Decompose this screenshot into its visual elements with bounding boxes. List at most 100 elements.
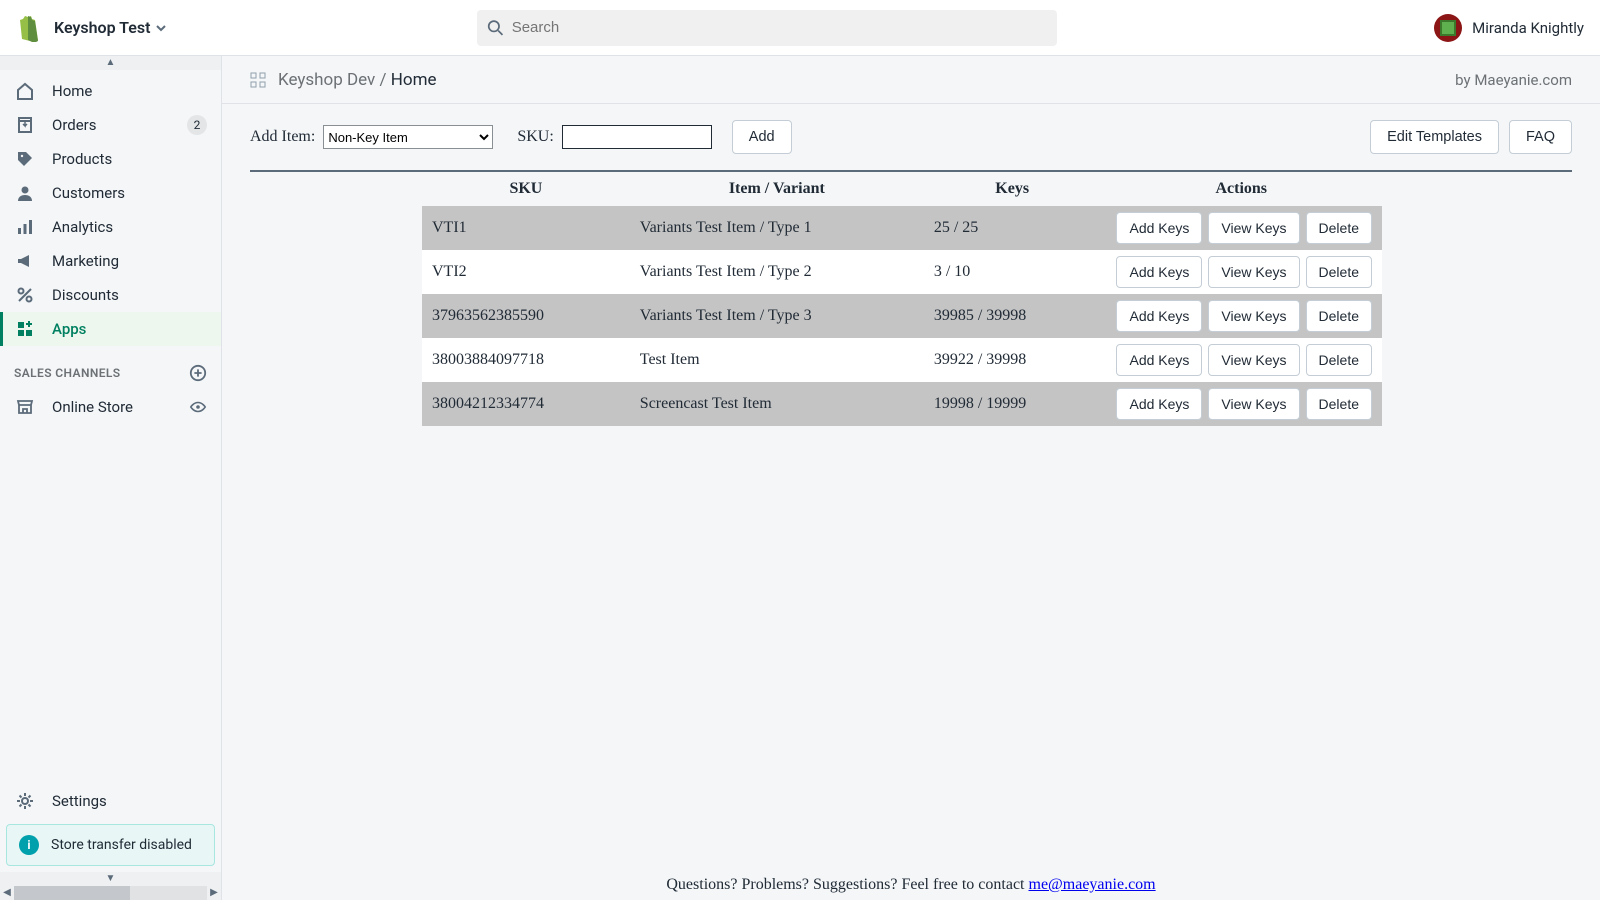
sidebar-item-apps[interactable]: Apps xyxy=(0,312,221,346)
cell-item: Variants Test Item / Type 3 xyxy=(630,294,924,338)
scroll-right-button[interactable]: ▶ xyxy=(207,886,221,900)
byline: by Maeyanie.com xyxy=(1455,71,1572,89)
chevron-down-icon xyxy=(155,22,167,34)
cell-sku: VTI2 xyxy=(422,250,630,294)
table-row: 38003884097718Test Item39922 / 39998Add … xyxy=(422,338,1382,382)
cell-keys: 25 / 25 xyxy=(924,206,1101,250)
add-keys-button[interactable]: Add Keys xyxy=(1116,300,1202,332)
sidebar-item-settings[interactable]: Settings xyxy=(0,784,221,818)
table-row: VTI2Variants Test Item / Type 23 / 10Add… xyxy=(422,250,1382,294)
table-header-row: SKU Item / Variant Keys Actions xyxy=(422,172,1382,206)
horizontal-scrollbar[interactable]: ◀ ▶ xyxy=(0,886,221,900)
view-keys-button[interactable]: View Keys xyxy=(1208,256,1299,288)
delete-button[interactable]: Delete xyxy=(1306,212,1372,244)
sidebar-item-marketing[interactable]: Marketing xyxy=(0,244,221,278)
sales-channels-header: SALES CHANNELS xyxy=(0,346,221,390)
gear-icon xyxy=(14,790,36,812)
sidebar-item-discounts[interactable]: Discounts xyxy=(0,278,221,312)
search-container xyxy=(477,10,1057,46)
scroll-down-button[interactable]: ▼ xyxy=(0,872,221,886)
cell-actions: Add KeysView KeysDelete xyxy=(1100,294,1382,338)
footer: Questions? Problems? Suggestions? Feel f… xyxy=(222,876,1600,894)
col-item: Item / Variant xyxy=(630,172,924,206)
customers-icon xyxy=(14,182,36,204)
view-keys-button[interactable]: View Keys xyxy=(1208,388,1299,420)
col-keys: Keys xyxy=(924,172,1101,206)
scroll-left-button[interactable]: ◀ xyxy=(0,886,14,900)
scrollbar-thumb[interactable] xyxy=(14,886,130,900)
avatar xyxy=(1434,14,1462,42)
add-keys-button[interactable]: Add Keys xyxy=(1116,256,1202,288)
sidebar-item-home[interactable]: Home xyxy=(0,74,221,108)
apps-icon xyxy=(14,318,36,340)
table-row: 38004212334774Screencast Test Item19998 … xyxy=(422,382,1382,426)
user-menu[interactable]: Miranda Knightly xyxy=(1434,14,1584,42)
add-channel-button[interactable] xyxy=(189,364,207,382)
orders-icon xyxy=(14,114,36,136)
view-keys-button[interactable]: View Keys xyxy=(1208,212,1299,244)
cell-keys: 3 / 10 xyxy=(924,250,1101,294)
sidebar-item-customers[interactable]: Customers xyxy=(0,176,221,210)
add-keys-button[interactable]: Add Keys xyxy=(1116,344,1202,376)
store-switcher[interactable]: Keyshop Test xyxy=(54,18,167,37)
sidebar-item-label: Settings xyxy=(52,792,107,810)
view-store-button[interactable] xyxy=(189,398,207,416)
app-icon xyxy=(250,72,266,88)
delete-button[interactable]: Delete xyxy=(1306,388,1372,420)
info-icon: i xyxy=(19,835,39,855)
home-icon xyxy=(14,80,36,102)
delete-button[interactable]: Delete xyxy=(1306,300,1372,332)
sidebar-item-orders[interactable]: Orders 2 xyxy=(0,108,221,142)
cell-sku: VTI1 xyxy=(422,206,630,250)
nav: Home Orders 2 Products Customers Analyti… xyxy=(0,70,221,784)
sidebar-item-label: Marketing xyxy=(52,252,119,270)
search-icon xyxy=(487,19,504,37)
sidebar-item-label: Discounts xyxy=(52,286,119,304)
breadcrumb-app[interactable]: Keyshop Dev xyxy=(278,70,375,90)
sidebar-item-online-store[interactable]: Online Store xyxy=(0,390,221,424)
sku-input[interactable] xyxy=(562,125,712,149)
sidebar-item-label: Products xyxy=(52,150,112,168)
add-keys-button[interactable]: Add Keys xyxy=(1116,212,1202,244)
delete-button[interactable]: Delete xyxy=(1306,256,1372,288)
cell-item: Screencast Test Item xyxy=(630,382,924,426)
cell-keys: 39985 / 39998 xyxy=(924,294,1101,338)
analytics-icon xyxy=(14,216,36,238)
marketing-icon xyxy=(14,250,36,272)
cell-sku: 38003884097718 xyxy=(422,338,630,382)
footer-email-link[interactable]: me@maeyanie.com xyxy=(1029,876,1156,893)
faq-button[interactable]: FAQ xyxy=(1509,120,1572,154)
col-sku: SKU xyxy=(422,172,630,206)
sidebar-item-label: Online Store xyxy=(52,398,133,416)
banner-text: Store transfer disabled xyxy=(51,837,192,853)
sidebar-item-products[interactable]: Products xyxy=(0,142,221,176)
add-keys-button[interactable]: Add Keys xyxy=(1116,388,1202,420)
edit-templates-button[interactable]: Edit Templates xyxy=(1370,120,1499,154)
search-box[interactable] xyxy=(477,10,1057,46)
delete-button[interactable]: Delete xyxy=(1306,344,1372,376)
cell-item: Variants Test Item / Type 1 xyxy=(630,206,924,250)
view-keys-button[interactable]: View Keys xyxy=(1208,344,1299,376)
discounts-icon xyxy=(14,284,36,306)
items-table-wrap: SKU Item / Variant Keys Actions VTI1Vari… xyxy=(222,172,1600,426)
add-item-form: Add Item: Non-Key Item SKU: Add xyxy=(250,120,792,154)
item-type-select[interactable]: Non-Key Item xyxy=(323,125,493,149)
table-row: VTI1Variants Test Item / Type 125 / 25 Ad… xyxy=(422,206,1382,250)
search-input[interactable] xyxy=(512,19,1047,36)
sidebar-item-label: Home xyxy=(52,82,92,100)
store-name-label: Keyshop Test xyxy=(54,18,151,37)
view-keys-button[interactable]: View Keys xyxy=(1208,300,1299,332)
sidebar: ▲ Home Orders 2 Products Customers xyxy=(0,56,222,900)
add-button[interactable]: Add xyxy=(732,120,792,154)
cell-keys: 39922 / 39998 xyxy=(924,338,1101,382)
scroll-up-button[interactable]: ▲ xyxy=(0,56,221,70)
main-content: Keyshop Dev / Home by Maeyanie.com Add I… xyxy=(222,56,1600,900)
sku-label: SKU: xyxy=(517,128,553,146)
breadcrumb-bar: Keyshop Dev / Home by Maeyanie.com xyxy=(222,56,1600,104)
cell-actions: Add KeysView KeysDelete xyxy=(1100,338,1382,382)
scrollbar-track[interactable] xyxy=(14,886,207,900)
topbar: Keyshop Test Miranda Knightly xyxy=(0,0,1600,56)
sidebar-item-label: Apps xyxy=(52,320,86,338)
products-icon xyxy=(14,148,36,170)
sidebar-item-analytics[interactable]: Analytics xyxy=(0,210,221,244)
